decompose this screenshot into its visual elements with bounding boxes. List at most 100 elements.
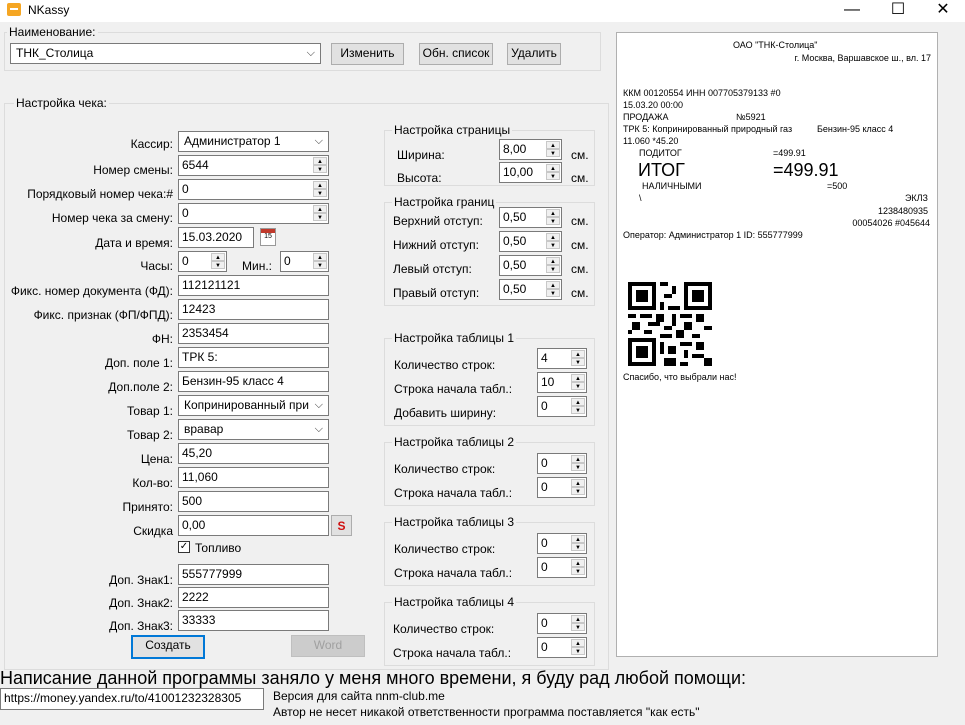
table3-rows-input[interactable]: 0 ▲ ▼ [537,533,587,554]
seq-input[interactable]: 0 ▲ ▼ [178,179,329,200]
page-width-input[interactable]: 8,00 ▲ ▼ [499,139,562,160]
table1-width-spinner[interactable]: ▲ ▼ [571,398,585,415]
price-input[interactable]: 45,20 [178,443,329,464]
disclaimer-text: Автор не несет никакой ответственности п… [273,705,700,719]
table1-label: Настройка таблицы 1 [392,331,516,345]
shift-check-spinner[interactable]: ▲ ▼ [313,205,327,222]
minimize-button[interactable]: — [829,0,875,22]
item1-value: Копринированный при [184,398,309,412]
shift-value: 6544 [182,158,209,172]
fd-input[interactable]: 112121121 [178,275,329,296]
page-width-spinner[interactable]: ▲ ▼ [546,141,560,158]
app-icon [7,3,21,16]
delete-button[interactable]: Удалить [507,43,561,65]
minutes-label: Мин.: [242,259,272,273]
table1-rows-input[interactable]: 4 ▲ ▼ [537,348,587,369]
fn-input[interactable]: 2353454 [178,323,329,344]
hours-value: 0 [182,254,189,268]
table1-start-label: Строка начала табл.: [394,382,513,396]
seq-value: 0 [182,182,189,196]
table1-width-label: Добавить ширину: [394,406,497,420]
fuel-checkbox[interactable]: ✓ [178,541,190,553]
table4-start-spinner[interactable]: ▲ ▼ [571,639,585,656]
page-height-spinner[interactable]: ▲ ▼ [546,164,560,181]
page-width-unit: см. [571,148,589,162]
table1-start-spinner[interactable]: ▲ ▼ [571,374,585,391]
margin-top-spinner[interactable]: ▲ ▼ [546,209,560,226]
calendar-icon[interactable]: 15 [260,228,276,246]
table2-rows-label: Количество строк: [394,462,496,476]
edit-button[interactable]: Изменить [331,43,404,65]
margin-bottom-input[interactable]: 0,50 ▲ ▼ [499,231,562,252]
item2-select[interactable]: вравар ⌵ [178,419,329,440]
table1-width-input[interactable]: 0 ▲ ▼ [537,396,587,417]
margin-bottom-spinner[interactable]: ▲ ▼ [546,233,560,250]
table2-start-input[interactable]: 0 ▲ ▼ [537,477,587,498]
table1-width-value: 0 [541,399,548,413]
sign3-input[interactable]: 33333 [178,610,329,631]
minutes-input[interactable]: 0 ▲ ▼ [280,251,329,272]
table3-rows-spinner[interactable]: ▲ ▼ [571,535,585,552]
create-button[interactable]: Создать [131,635,205,659]
shift-spinner[interactable]: ▲ ▼ [313,157,327,174]
table1-start-value: 10 [541,375,555,389]
discount-input[interactable]: 0,00 [178,515,329,536]
discount-s-button[interactable]: S [331,515,352,536]
accepted-input[interactable]: 500 [178,491,329,512]
margin-bottom-label: Нижний отступ: [393,238,479,252]
sign2-input[interactable]: 2222 [178,587,329,608]
margin-right-label: Правый отступ: [393,286,480,300]
sign1-input[interactable]: 555777999 [178,564,329,585]
page-height-label: Высота: [397,171,442,185]
name-select[interactable]: ТНК_Столица ⌵ [10,43,321,64]
fn-label: ФН: [151,332,173,346]
refresh-list-button[interactable]: Обн. список [419,43,493,65]
hours-input[interactable]: 0 ▲ ▼ [178,251,227,272]
maximize-button[interactable]: ☐ [875,0,921,22]
table2-rows-input[interactable]: 0 ▲ ▼ [537,453,587,474]
word-button[interactable]: Word [291,635,365,657]
close-button[interactable]: ✕ [920,0,965,22]
margin-left-input[interactable]: 0,50 ▲ ▼ [499,255,562,276]
shift-check-label: Номер чека за смену: [51,211,173,225]
minutes-spinner[interactable]: ▲ ▼ [313,253,327,270]
date-input[interactable]: 15.03.2020 [178,227,254,248]
margin-top-input[interactable]: 0,50 ▲ ▼ [499,207,562,228]
table1-rows-value: 4 [541,351,548,365]
table4-rows-spinner[interactable]: ▲ ▼ [571,615,585,632]
extra2-input[interactable]: Бензин-95 класс 4 [178,371,329,392]
table3-start-spinner[interactable]: ▲ ▼ [571,559,585,576]
hours-spinner[interactable]: ▲ ▼ [211,253,225,270]
page-height-input[interactable]: 10,00 ▲ ▼ [499,162,562,183]
receipt-operator: Оператор: Администратор 1 ID: 555777999 [623,230,803,240]
cashier-select[interactable]: Администратор 1 ⌵ [178,131,329,152]
table4-label: Настройка таблицы 4 [392,595,516,609]
margin-right-unit: см. [571,286,589,300]
item1-select[interactable]: Копринированный при ⌵ [178,395,329,416]
chevron-down-icon: ⌵ [314,399,323,411]
margin-left-spinner[interactable]: ▲ ▼ [546,257,560,274]
table2-rows-spinner[interactable]: ▲ ▼ [571,455,585,472]
margin-right-input[interactable]: 0,50 ▲ ▼ [499,279,562,300]
table4-rows-value: 0 [541,616,548,630]
sign3-label: Доп. Знак3: [109,619,173,633]
donation-link-input[interactable]: https://money.yandex.ru/to/4100123232830… [0,688,264,710]
receipt-company: ОАО "ТНК-Столица" [733,40,818,50]
seq-spinner[interactable]: ▲ ▼ [313,181,327,198]
receipt-cash-label: НАЛИЧНЫМИ [642,181,702,191]
extra1-input[interactable]: ТРК 5: [178,347,329,368]
extra1-label: Доп. поле 1: [104,356,173,370]
table1-rows-spinner[interactable]: ▲ ▼ [571,350,585,367]
table1-start-input[interactable]: 10 ▲ ▼ [537,372,587,393]
table4-rows-input[interactable]: 0 ▲ ▼ [537,613,587,634]
fp-input[interactable]: 12423 [178,299,329,320]
table3-start-input[interactable]: 0 ▲ ▼ [537,557,587,578]
table2-start-spinner[interactable]: ▲ ▼ [571,479,585,496]
shift-check-input[interactable]: 0 ▲ ▼ [178,203,329,224]
shift-input[interactable]: 6544 ▲ ▼ [178,155,329,176]
margin-right-spinner[interactable]: ▲ ▼ [546,281,560,298]
table4-start-input[interactable]: 0 ▲ ▼ [537,637,587,658]
page-height-value: 10,00 [503,165,534,179]
qty-input[interactable]: 11,060 [178,467,329,488]
table2-label: Настройка таблицы 2 [392,435,516,449]
